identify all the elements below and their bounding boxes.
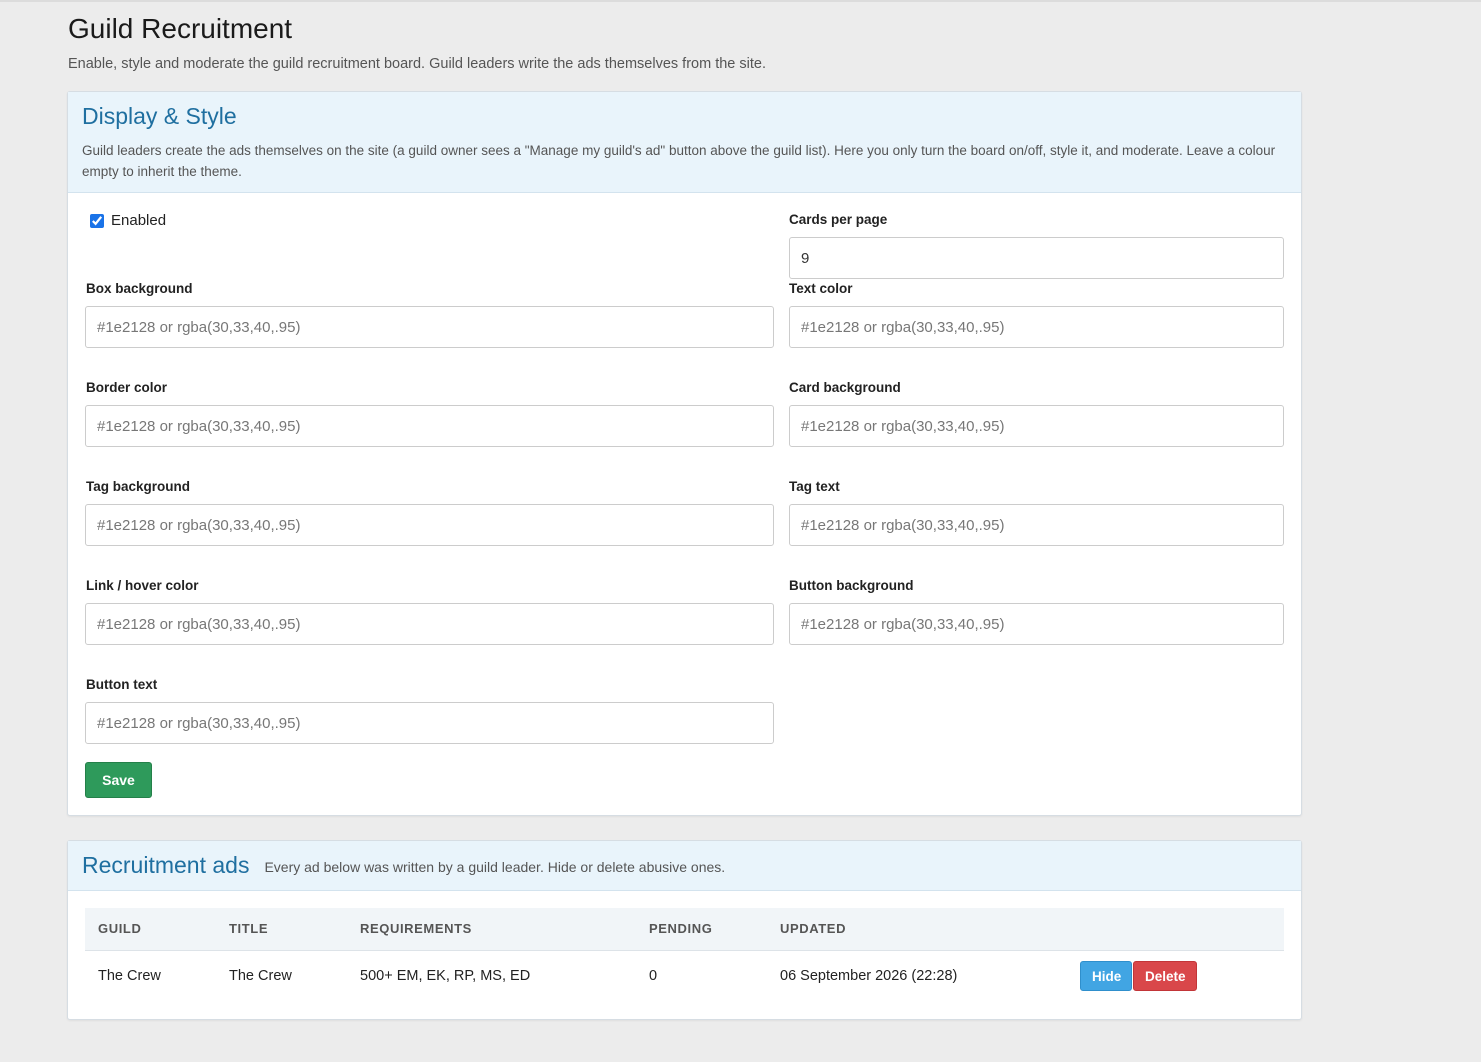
display-style-header: Display & Style Guild leaders create the… (68, 92, 1301, 193)
recruitment-ads-title: Recruitment ads (82, 852, 250, 878)
delete-button[interactable]: Delete (1133, 961, 1197, 992)
display-style-description: Guild leaders create the ads themselves … (82, 143, 1276, 179)
text-color-input[interactable] (789, 306, 1284, 348)
cell-guild: The Crew (98, 968, 161, 985)
cards-per-page-label: Cards per page (789, 212, 888, 227)
column-header-updated: UPDATED (767, 908, 1067, 951)
column-header-requirements: REQUIREMENTS (347, 908, 636, 951)
button-text-input[interactable] (85, 702, 774, 744)
column-header-guild: GUILD (85, 908, 216, 951)
column-header-pending: PENDING (636, 908, 767, 951)
display-style-card: Display & Style Guild leaders create the… (67, 91, 1302, 816)
page-subtitle: Enable, style and moderate the guild rec… (68, 56, 766, 72)
link-hover-color-label: Link / hover color (86, 578, 199, 593)
card-background-input[interactable] (789, 405, 1284, 447)
card-background-label: Card background (789, 380, 901, 395)
recruitment-ads-subtitle: Every ad below was written by a guild le… (264, 859, 726, 875)
hide-button[interactable]: Hide (1080, 961, 1132, 992)
enabled-label: Enabled (111, 212, 167, 229)
cell-title: The Crew (229, 968, 292, 985)
border-color-label: Border color (86, 380, 168, 395)
border-color-input[interactable] (85, 405, 774, 447)
enabled-checkbox[interactable] (90, 213, 104, 228)
table-row: The Crew The Crew 500+ EM, EK, RP, MS, E… (85, 950, 1284, 1002)
cell-requirements: 500+ EM, EK, RP, MS, ED (360, 968, 531, 985)
ads-table: GUILD TITLE REQUIREMENTS PENDING UPDATED… (85, 908, 1284, 1002)
link-hover-color-input[interactable] (85, 603, 774, 645)
button-background-input[interactable] (789, 603, 1284, 645)
button-background-label: Button background (789, 578, 914, 593)
cards-per-page-input[interactable] (789, 237, 1284, 279)
box-background-input[interactable] (85, 306, 774, 348)
column-header-title: TITLE (216, 908, 347, 951)
column-header-actions (1067, 908, 1284, 951)
cell-pending: 0 (649, 968, 658, 985)
page-title: Guild Recruitment (68, 13, 293, 44)
top-border (0, 0, 1481, 2)
tag-text-label: Tag text (789, 479, 840, 494)
button-text-label: Button text (86, 677, 158, 692)
display-style-title: Display & Style (82, 103, 237, 129)
tag-text-input[interactable] (789, 504, 1284, 546)
recruitment-ads-card: Recruitment ads Every ad below was writt… (67, 840, 1302, 1020)
tag-background-label: Tag background (86, 479, 191, 494)
ads-table-header-row: GUILD TITLE REQUIREMENTS PENDING UPDATED (85, 908, 1284, 951)
text-color-label: Text color (789, 281, 853, 296)
recruitment-ads-header: Recruitment ads Every ad below was writt… (68, 841, 1301, 891)
cell-actions: Hide Delete (1067, 950, 1284, 1002)
tag-background-input[interactable] (85, 504, 774, 546)
enabled-toggle[interactable]: Enabled (90, 212, 166, 229)
save-button[interactable]: Save (85, 762, 152, 798)
cell-updated: 06 September 2026 (22:28) (780, 968, 958, 985)
box-background-label: Box background (86, 281, 193, 296)
